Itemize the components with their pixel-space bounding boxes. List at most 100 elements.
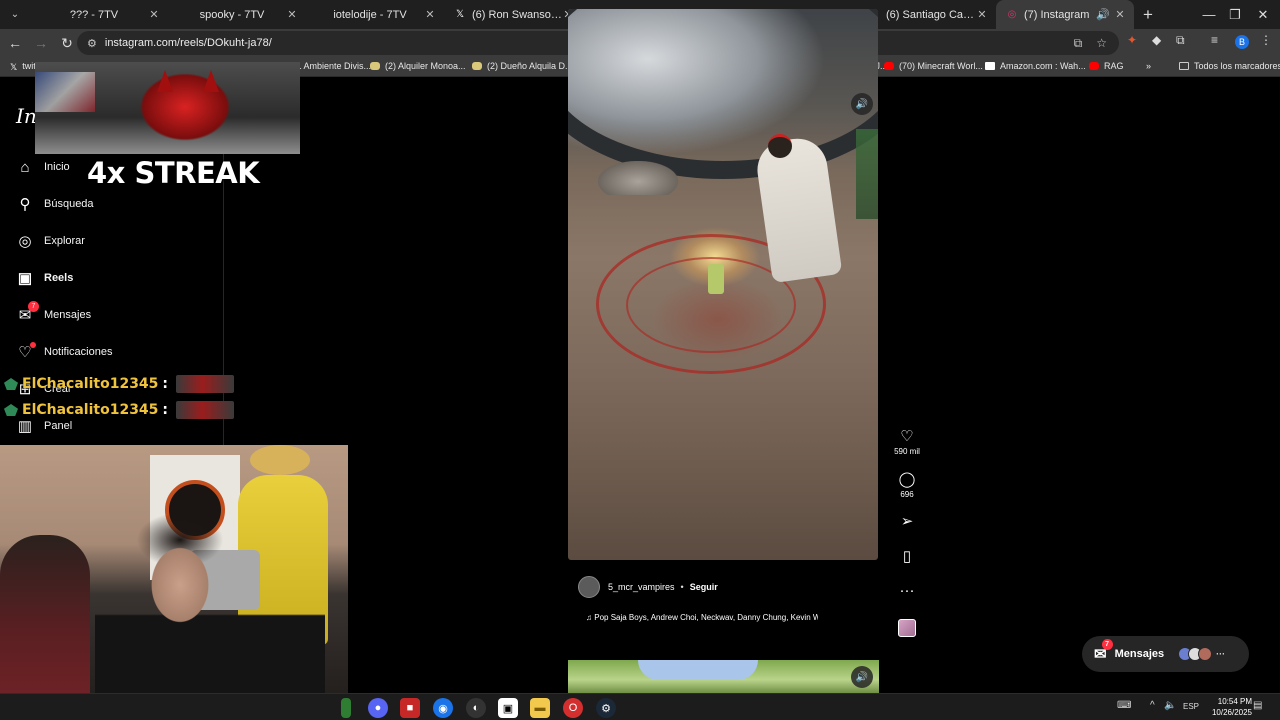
tab-4[interactable]: 𝕏(6) Ron Swanson en X: "M✕ <box>444 0 582 29</box>
separator-dot: • <box>680 582 684 592</box>
bookmark-item[interactable]: (2) Dueño Alquila D... <box>472 61 573 71</box>
tab-close-icon[interactable]: ✕ <box>148 8 160 21</box>
keyboard-icon[interactable]: ⌨ <box>1117 700 1131 711</box>
comment-count: 696 <box>900 490 914 499</box>
bookmarks-overflow-button[interactable]: » <box>1146 61 1151 71</box>
amazon-icon <box>985 62 995 70</box>
chevron-up-icon[interactable]: ^ <box>1150 700 1155 711</box>
messages-label: Mensajes <box>1114 648 1165 660</box>
reel-sound-button[interactable]: 🔊 <box>851 93 873 115</box>
like-button[interactable]: ♡ 590 mil <box>892 429 922 457</box>
next-reel-sound-button[interactable]: 🔊 <box>851 666 873 688</box>
chat-emote <box>176 401 235 419</box>
stream-app-icon[interactable]: ■ <box>400 698 420 718</box>
sidebar-item-reels[interactable]: ▣ Reels <box>16 269 73 287</box>
tab-audio-icon[interactable]: 🔊 <box>1096 8 1110 21</box>
bookmark-item[interactable]: (2) Alquiler Monoa... <box>370 61 466 71</box>
new-tab-button[interactable]: + <box>1134 0 1162 29</box>
chat-username: ElChacalito12345 <box>22 402 159 418</box>
puzzle-icon[interactable]: ⧉ <box>1176 33 1185 48</box>
chrome-icon[interactable]: ◉ <box>433 698 453 718</box>
taskbar-app-icon[interactable] <box>341 698 351 718</box>
sidebar-item-label: Reels <box>44 272 74 284</box>
chat-badge-icon <box>4 404 18 416</box>
sidebar-item-chart[interactable]: ▥ Panel <box>16 417 72 435</box>
tab-search-button[interactable]: ⌄ <box>0 0 30 29</box>
reload-icon: ↻ <box>61 34 73 51</box>
steam-icon[interactable]: ⚙ <box>596 698 616 718</box>
sidebar-item-messenger[interactable]: ✉ 7 Mensajes <box>16 301 92 324</box>
window-close-button[interactable]: ✕ <box>1240 0 1280 29</box>
file-explorer-icon[interactable]: ▬ <box>530 698 550 718</box>
plus-icon: + <box>1143 4 1153 24</box>
obs-icon[interactable]: ◐ <box>466 698 486 718</box>
chat-badge-icon <box>4 378 18 390</box>
messages-floating-button[interactable]: ✉ 7 Mensajes ··· <box>1082 636 1249 672</box>
comment-button[interactable]: ◯ 696 <box>892 472 922 500</box>
tab-close-icon[interactable]: ✕ <box>976 8 988 21</box>
bookmark-item[interactable]: RAG <box>1089 61 1124 71</box>
notification-icon[interactable]: ▤ <box>1253 700 1262 711</box>
speaker-icon[interactable]: 🔈 <box>1164 700 1176 711</box>
bookmark-label: RAG <box>1104 61 1124 71</box>
opera-icon[interactable]: O <box>563 698 583 718</box>
save-button[interactable]: ▯ <box>892 549 922 565</box>
bookmark-item[interactable]: Amazon.com : Wah... <box>985 61 1086 71</box>
marketplace-icon <box>370 62 380 70</box>
menu-dots-icon[interactable]: ⋮ <box>1260 33 1272 47</box>
tab-close-icon[interactable]: ✕ <box>424 8 436 21</box>
author-username[interactable]: 5_mcr_vampires <box>608 582 675 592</box>
more-dots-icon: ··· <box>1216 649 1226 659</box>
sidebar-item-home[interactable]: ⌂ Inicio <box>16 158 69 176</box>
profile-avatar[interactable]: B <box>1235 35 1249 49</box>
tab-1[interactable]: ??? - 7TV ✕ <box>30 0 168 29</box>
reel-audio-info[interactable]: ♫ Pop Saja Boys, Andrew Choi, Neckwav, D… <box>586 613 818 622</box>
next-reel-video[interactable] <box>568 660 879 693</box>
streak-label: 4x STREAK <box>87 156 260 190</box>
tab-label: ??? - 7TV <box>69 8 119 21</box>
sidebar-item-search[interactable]: ⚲ Búsqueda <box>16 195 94 213</box>
tab-8[interactable]: ◎ (7) Instagram 🔊 ✕ <box>996 0 1134 29</box>
bookmark-item[interactable]: (70) Minecraft Worl... <box>884 61 983 71</box>
tab-label: (6) Ron Swanson en X: "M <box>472 8 562 21</box>
site-info-icon[interactable]: ⚙ <box>87 37 97 50</box>
follow-button[interactable]: Seguir <box>690 582 718 592</box>
audio-thumbnail[interactable] <box>898 619 916 637</box>
bookmark-star-icon[interactable]: ☆ <box>1096 36 1107 51</box>
all-bookmarks-button[interactable]: Todos los marcadores <box>1179 61 1280 71</box>
instagram-icon: ◎ <box>1007 9 1017 20</box>
x-icon: 𝕏 <box>455 9 465 20</box>
tab-7[interactable]: 𝕏(6) Santiago Caputo en X:✕ <box>858 0 996 29</box>
heart-icon: ♡ <box>16 342 36 361</box>
back-button[interactable]: ← <box>2 30 28 56</box>
tab-3[interactable]: iotelodije - 7TV ✕ <box>306 0 444 29</box>
share-button[interactable]: ➢ <box>892 514 922 530</box>
sidebar-item-label: Mensajes <box>44 309 92 321</box>
tab-close-icon[interactable]: ✕ <box>1114 8 1126 21</box>
system-clock[interactable]: 10:54 PM 10/26/2025 <box>1196 696 1252 718</box>
chat-message: ElChacalito12345: <box>4 375 235 393</box>
more-options-button[interactable]: ··· <box>892 583 922 599</box>
author-avatar[interactable] <box>578 576 600 598</box>
install-app-icon[interactable]: ⧉ <box>1074 36 1083 51</box>
sidebar-item-compass[interactable]: ◎ Explorar <box>16 232 85 250</box>
extension-icon[interactable]: ◆ <box>1152 33 1161 47</box>
bookmark-label: (2) Alquiler Monoa... <box>385 61 466 71</box>
more-dots-icon: ··· <box>899 582 915 599</box>
youtube-icon <box>1089 62 1099 70</box>
extension-icon[interactable]: ✦ <box>1127 33 1137 47</box>
sidebar-item-label: Explorar <box>44 235 85 247</box>
sidebar-item-label: Panel <box>44 420 73 432</box>
media-controls-icon[interactable]: ≡ <box>1211 33 1218 47</box>
all-bookmarks-label: Todos los marcadores <box>1194 61 1280 71</box>
tab-close-icon[interactable]: ✕ <box>286 8 298 21</box>
notification-badge: 7 <box>28 301 39 312</box>
sidebar-item-heart[interactable]: ♡ Notificaciones <box>16 342 112 361</box>
discord-icon[interactable]: ● <box>368 698 388 718</box>
reel-video[interactable] <box>568 9 878 560</box>
app-icon[interactable]: ▣ <box>498 698 518 718</box>
tab-2[interactable]: spooky - 7TV ✕ <box>168 0 306 29</box>
folder-icon <box>1179 62 1189 70</box>
messages-badge: 7 <box>1101 639 1113 650</box>
forward-button[interactable]: → <box>28 30 54 56</box>
